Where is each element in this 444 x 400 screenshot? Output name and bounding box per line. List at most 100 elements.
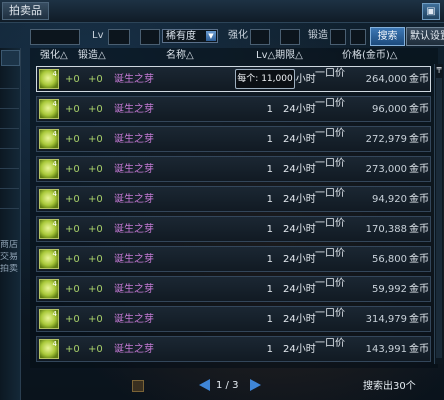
forge-label: 锻造 [308, 30, 328, 41]
item-level: 1 [266, 164, 273, 175]
strengthen-value: +0 [65, 344, 80, 355]
item-sprout-icon[interactable]: 4 [39, 309, 59, 329]
sidebar-top-slot[interactable] [1, 50, 20, 66]
item-price: 96,000 [372, 104, 407, 115]
filter-bar: Lv 稀有度 ▼ 强化 锻造 搜索 默认设置 [0, 26, 444, 46]
scroll-up-icon[interactable]: ╤ [435, 64, 443, 74]
item-sprout-icon[interactable]: 4 [39, 159, 59, 179]
prev-page-icon[interactable] [199, 379, 210, 391]
forge-value: +0 [88, 284, 103, 295]
forge-value: +0 [88, 134, 103, 145]
item-name: 诞生之芽 [114, 344, 154, 355]
item-sprout-icon[interactable]: 4 [39, 189, 59, 209]
col-level-time-header[interactable]: Lv△期限△ [256, 50, 303, 62]
item-price: 143,991 [365, 344, 407, 355]
sidebar-item[interactable]: 交易 [0, 252, 20, 263]
item-price: 56,800 [372, 254, 407, 265]
search-button[interactable]: 搜索 [370, 27, 405, 46]
scroll-thumb[interactable] [436, 78, 442, 358]
strengthen-value: +0 [65, 284, 80, 295]
col-strengthen-header[interactable]: 强化△ [40, 50, 68, 62]
item-name: 诞生之芽 [114, 314, 154, 325]
item-name: 诞生之芽 [114, 254, 154, 265]
item-sprout-icon[interactable]: 4 [39, 69, 59, 89]
forge-min-input[interactable] [330, 29, 346, 45]
item-sprout-icon[interactable]: 4 [39, 249, 59, 269]
item-sprout-icon[interactable]: 4 [39, 219, 59, 239]
item-name: 诞生之芽 [114, 104, 154, 115]
price-currency: 金币 [409, 74, 429, 85]
price-currency: 金币 [409, 104, 429, 115]
page-indicator: 1 / 3 [216, 380, 239, 391]
item-name: 诞生之芽 [114, 224, 154, 235]
item-level: 1 [266, 254, 273, 265]
lv-min-input[interactable] [108, 29, 130, 45]
strengthen-max-input[interactable] [280, 29, 300, 45]
price-currency: 金币 [409, 194, 429, 205]
table-row[interactable]: 4 +0 +0 诞生之芽 1 24小时 一口价 143,991 金币 [36, 336, 431, 362]
remaining-time: 24小时 [283, 164, 316, 175]
item-level: 1 [266, 344, 273, 355]
window-close-icon[interactable]: ▣ [422, 3, 440, 20]
strengthen-min-input[interactable] [250, 29, 270, 45]
strengthen-value: +0 [65, 224, 80, 235]
remaining-time: 24小时 [283, 344, 316, 355]
item-sprout-icon[interactable]: 4 [39, 279, 59, 299]
table-row[interactable]: 4 +0 +0 诞生之芽 1 24小时 一口价 273,000 金币 [36, 156, 431, 182]
forge-value: +0 [88, 74, 103, 85]
rarity-select[interactable]: 稀有度 ▼ [162, 29, 218, 43]
lv-label: Lv [92, 30, 104, 41]
table-row[interactable]: 4 +0 +0 诞生之芽 1 24小时 一口价 96,000 金币 [36, 96, 431, 122]
item-price: 264,000 [365, 74, 407, 85]
sidebar-divider [0, 208, 19, 209]
unit-price-tooltip: 每个: 11,000 [235, 69, 295, 89]
table-header: 强化△ 锻造△ 名称△ Lv△期限△ 价格(金币)△ [30, 48, 438, 64]
remaining-time: 24小时 [283, 314, 316, 325]
rarity-select-value: 稀有度 [166, 31, 196, 42]
forge-max-input[interactable] [350, 29, 366, 45]
sidebar-divider [0, 188, 19, 189]
sidebar-item[interactable]: 商店 [0, 240, 20, 251]
item-level: 1 [266, 134, 273, 145]
remaining-time: 24小时 [283, 104, 316, 115]
pager: 1 / 3 搜索出30个 [0, 376, 444, 396]
table-row[interactable]: 4 +0 +0 诞生之芽 1 24小时 一口价 56,800 金币 [36, 246, 431, 272]
strengthen-value: +0 [65, 164, 80, 175]
item-level-badge: 4 [52, 340, 57, 348]
window-title: 拍卖品 [2, 2, 49, 20]
default-settings-button[interactable]: 默认设置 [406, 27, 444, 46]
price-currency: 金币 [409, 254, 429, 265]
col-name-header[interactable]: 名称△ [166, 50, 194, 62]
item-price: 59,992 [372, 284, 407, 295]
sidebar-divider [0, 128, 19, 129]
table-row[interactable]: 4 +0 +0 诞生之芽 1 24小时 一口价 272,979 金币 [36, 126, 431, 152]
item-level-badge: 4 [52, 280, 57, 288]
item-sprout-icon[interactable]: 4 [39, 129, 59, 149]
table-row[interactable]: 4 +0 +0 诞生之芽 1 24小时 一口价 170,388 金币 [36, 216, 431, 242]
name-search-input[interactable] [30, 29, 80, 45]
lv-max-input[interactable] [140, 29, 160, 45]
sidebar-item[interactable]: 拍卖 [0, 264, 20, 275]
next-page-icon[interactable] [250, 379, 261, 391]
bag-icon[interactable] [132, 380, 144, 392]
item-sprout-icon[interactable]: 4 [39, 99, 59, 119]
table-row[interactable]: 4 +0 +0 诞生之芽 1 24小时 一口价 314,979 金币 [36, 306, 431, 332]
price-currency: 金币 [409, 344, 429, 355]
scrollbar[interactable]: ╤ [434, 64, 443, 364]
sidebar-divider [0, 168, 19, 169]
item-level: 1 [266, 314, 273, 325]
table-row[interactable]: 4 +0 +0 诞生之芽 1 24小时 一口价 94,920 金币 [36, 186, 431, 212]
col-forge-header[interactable]: 锻造△ [78, 50, 106, 62]
item-sprout-icon[interactable]: 4 [39, 339, 59, 359]
forge-value: +0 [88, 164, 103, 175]
table-row[interactable]: 4 +0 +0 诞生之芽 1 24小时 一口价 59,992 金币 [36, 276, 431, 302]
item-level: 1 [266, 194, 273, 205]
strengthen-value: +0 [65, 104, 80, 115]
item-level-badge: 4 [52, 310, 57, 318]
col-price-header[interactable]: 价格(金币)△ [342, 50, 398, 62]
title-bar: 拍卖品 ▣ [0, 0, 444, 23]
table-row[interactable]: 4+0+0诞生之芽124小时一口价264,000金币 [36, 66, 431, 92]
item-name: 诞生之芽 [114, 134, 154, 145]
strengthen-label: 强化 [228, 30, 248, 41]
sidebar-divider [0, 88, 19, 89]
